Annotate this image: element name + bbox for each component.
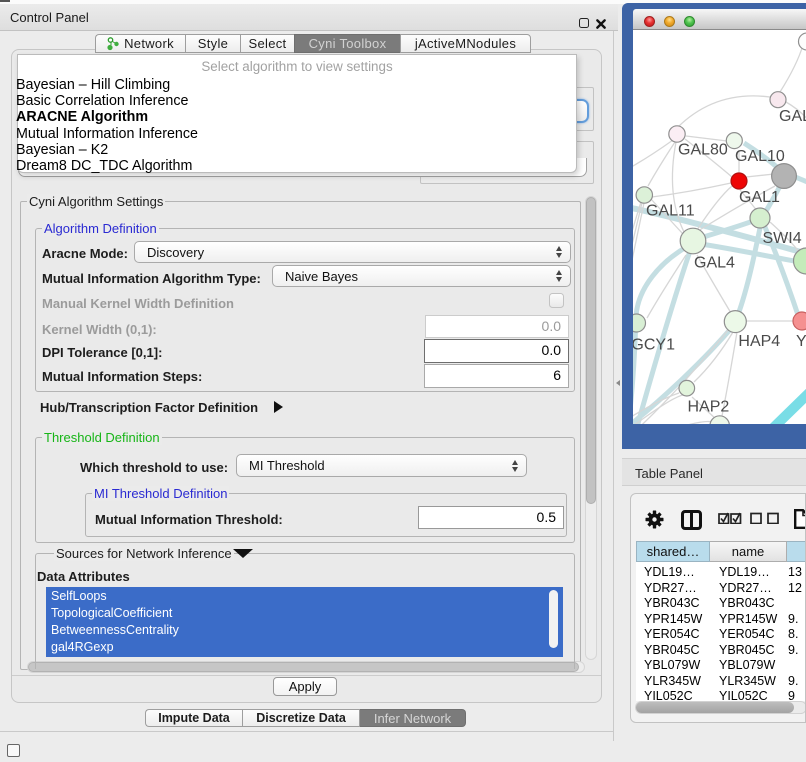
svg-text:HAP2: HAP2 — [688, 399, 730, 416]
svg-text:Y: Y — [796, 333, 806, 350]
svg-text:GAL1: GAL1 — [739, 189, 780, 206]
svg-text:GAL11: GAL11 — [646, 203, 695, 220]
svg-text:SWI4: SWI4 — [763, 230, 802, 247]
svg-text:GCY1: GCY1 — [633, 337, 675, 354]
svg-text:HAP4: HAP4 — [738, 333, 780, 350]
svg-text:GAL80: GAL80 — [678, 142, 728, 159]
svg-text:GAL4: GAL4 — [694, 255, 735, 272]
svg-text:GAL10: GAL10 — [735, 148, 785, 165]
svg-text:GAL7: GAL7 — [779, 108, 806, 125]
